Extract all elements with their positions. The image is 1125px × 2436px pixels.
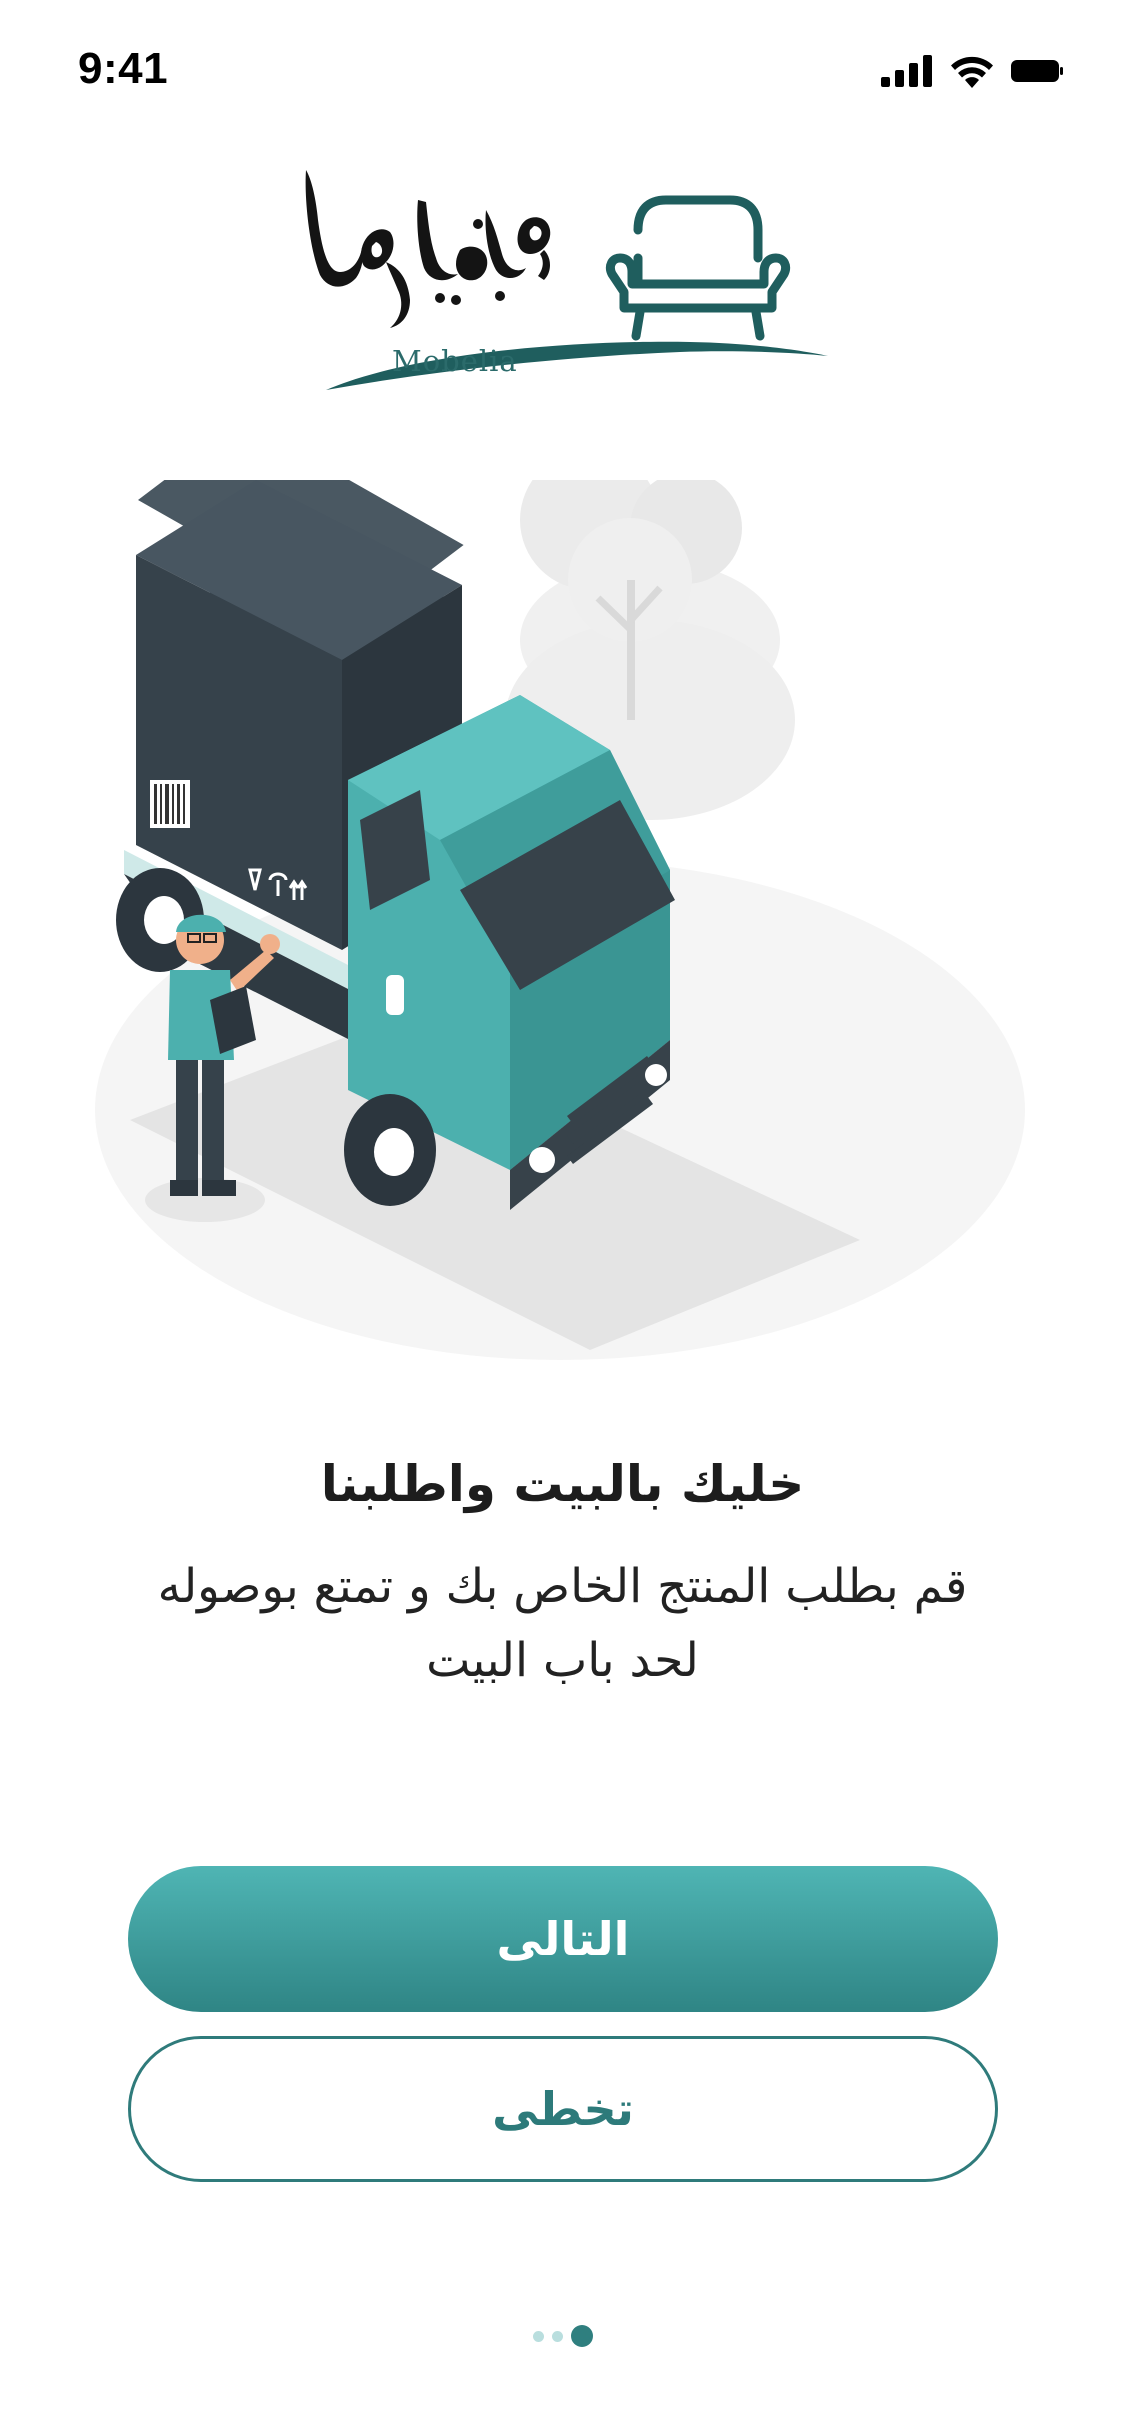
onboarding-screen: 9:41 Mobelia خليك بالبيت واطلبنا قم بطلب… (0, 0, 1125, 2436)
page-dot[interactable] (532, 2330, 544, 2342)
logo-calligraphy (305, 170, 551, 328)
armchair-icon (605, 195, 791, 341)
status-bar: 9:41 (0, 0, 1125, 140)
description-line-2: لحد باب البيت (426, 1633, 699, 1688)
wifi-icon (951, 56, 993, 88)
page-dot-active[interactable] (570, 2325, 593, 2347)
logo-graphic (305, 170, 828, 390)
skip-button[interactable]: تخطى (128, 2036, 998, 2182)
onboarding-title: خليك بالبيت واطلبنا (320, 1455, 805, 1513)
logo-latin-name: Mobelia (392, 344, 518, 378)
cellular-signal-icon (881, 55, 932, 87)
status-icons (881, 54, 1063, 88)
brand-logo (290, 150, 830, 400)
barcode-icon (150, 780, 190, 828)
next-button-label: التالى (496, 1912, 630, 1966)
battery-icon (1011, 60, 1063, 82)
front-wheel (344, 1094, 436, 1206)
onboarding-description: قم بطلب المنتج الخاص بك و تمتع بوصوله لح… (80, 1550, 1045, 1698)
delivery-truck-illustration (90, 420, 1035, 1380)
skip-button-label: تخطى (492, 2082, 634, 2136)
status-time: 9:41 (78, 44, 169, 93)
next-button[interactable]: التالى (128, 1866, 998, 2012)
page-indicator (0, 2325, 1125, 2347)
description-line-1: قم بطلب المنتج الخاص بك و تمتع بوصوله (157, 1559, 968, 1614)
page-dot[interactable] (551, 2330, 563, 2342)
